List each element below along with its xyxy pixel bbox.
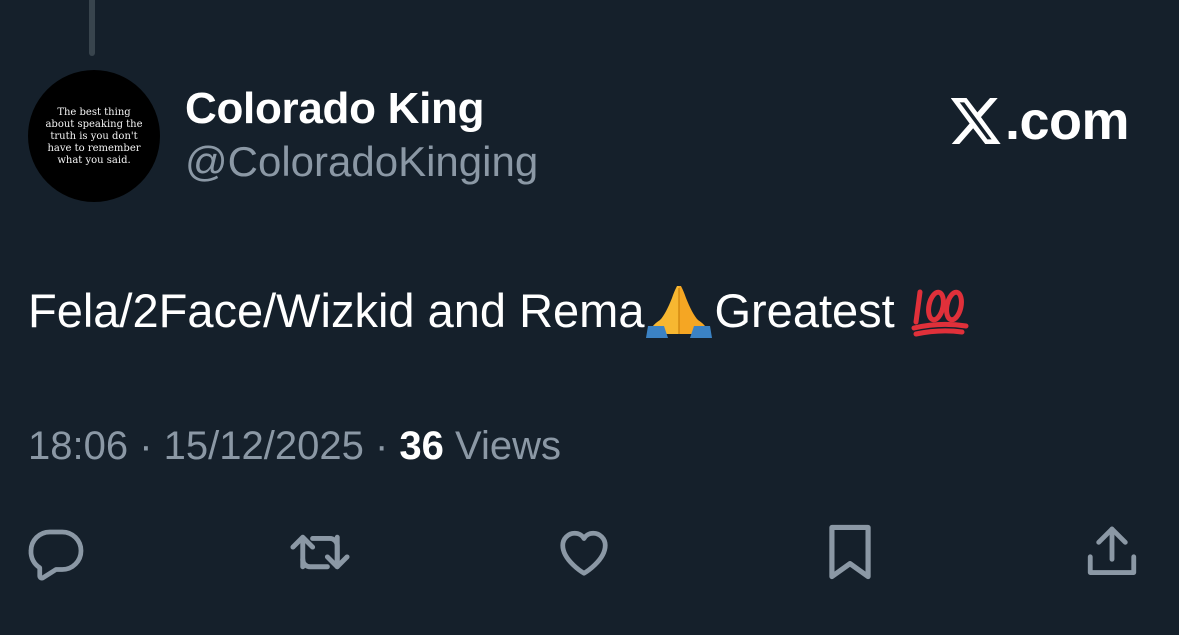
meta-separator: · — [128, 424, 164, 468]
tweet-text-part-1: Fela/2Face/Wizkid and Rema — [28, 283, 645, 337]
bookmark-button[interactable] — [818, 520, 882, 584]
reply-button[interactable] — [24, 520, 88, 584]
avatar[interactable]: The best thing about speaking the truth … — [28, 70, 160, 202]
bookmark-icon — [829, 524, 871, 580]
folded-hands-emoji — [646, 282, 713, 338]
retweet-button[interactable] — [288, 520, 352, 584]
tweet-text-part-2: Greatest — [714, 283, 908, 337]
views-count[interactable]: 36 — [399, 424, 444, 468]
tweet-time[interactable]: 18:06 — [28, 424, 128, 468]
retweet-icon — [290, 534, 350, 570]
author-display-name[interactable]: Colorado King — [185, 84, 484, 134]
thread-connector-line — [89, 0, 95, 56]
tweet-text: Fela/2Face/Wizkid and Rema Greatest — [28, 282, 972, 338]
meta-separator: · — [363, 424, 400, 468]
tweet-metadata: 18:06 · 15/12/2025 · 36 Views — [28, 424, 561, 469]
views-label[interactable]: Views — [444, 424, 561, 468]
share-icon — [1087, 526, 1137, 575]
avatar-quote-text: The best thing about speaking the truth … — [45, 107, 143, 166]
author-handle[interactable]: @ColoradoKinging — [185, 138, 538, 186]
tweet-date[interactable]: 15/12/2025 — [164, 424, 364, 468]
share-button[interactable] — [1080, 520, 1144, 584]
x-logo-icon — [950, 98, 1001, 144]
hundred-points-emoji — [910, 282, 970, 338]
like-button[interactable] — [552, 520, 616, 584]
brand-domain-label: .com — [1004, 91, 1130, 151]
heart-icon — [560, 530, 608, 576]
x-com-brand: .com — [950, 90, 1130, 152]
reply-icon — [28, 529, 84, 581]
